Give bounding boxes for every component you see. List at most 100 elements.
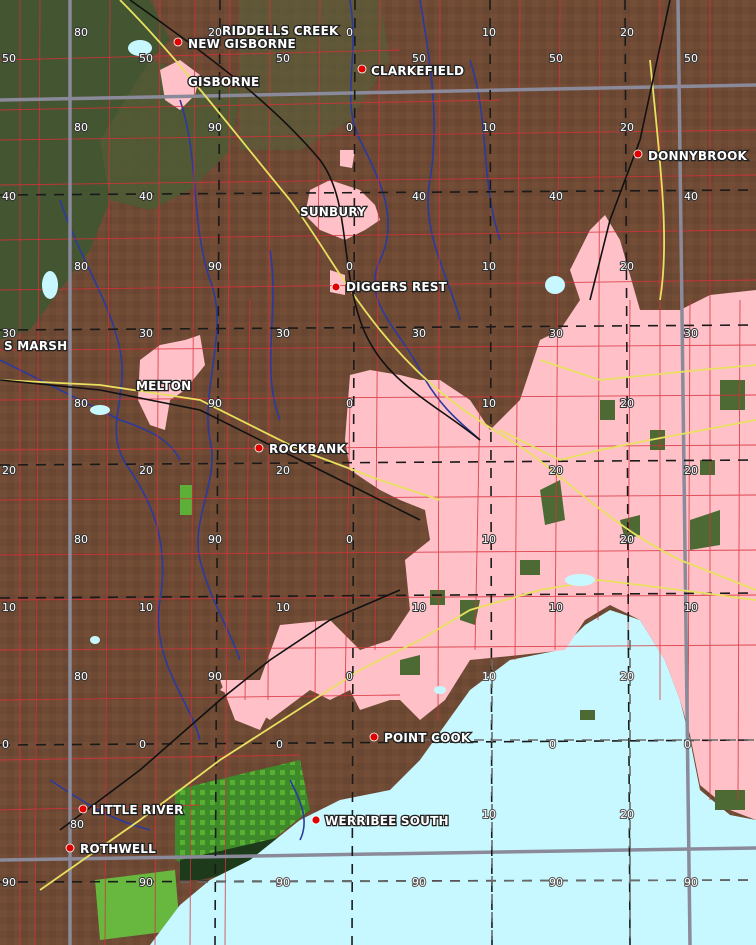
grid-label: 80 [74, 533, 88, 546]
town-dot [254, 443, 264, 453]
grid-label: 90 [208, 260, 222, 273]
town-marker-rothwell[interactable]: ROTHWELL [65, 841, 157, 857]
grid-label: 90 [549, 876, 563, 889]
town-label: NEW GISBORNE [188, 37, 296, 51]
grid-label: 50 [2, 52, 16, 65]
town-dot [633, 149, 643, 159]
grid-label: 50 [684, 52, 698, 65]
town-marker-rockbank[interactable]: ROCKBANK [254, 441, 348, 457]
grid-label: 20 [620, 808, 634, 821]
grid-label: 20 [620, 121, 634, 134]
town-marker-point-cook[interactable]: POINT COOK [369, 730, 472, 746]
grid-label: 0 [684, 738, 691, 751]
town-marker-little-river[interactable]: LITTLE RIVER [78, 802, 185, 818]
town-label: GISBORNE [188, 75, 259, 89]
town-marker-gisborne[interactable]: GISBORNE [187, 74, 261, 91]
town-marker-melton[interactable]: MELTON [135, 378, 193, 395]
grid-label: 30 [684, 327, 698, 340]
grid-label: 90 [208, 533, 222, 546]
grid-label: 10 [412, 601, 426, 614]
grid-label: 10 [482, 670, 496, 683]
grid-label: 0 [276, 738, 283, 751]
grid-label: 20 [620, 260, 634, 273]
grid-label: 80 [74, 121, 88, 134]
grid-label: 10 [482, 533, 496, 546]
town-marker-donnybrook[interactable]: DONNYBROOK [633, 148, 749, 164]
grid-label: 0 [549, 738, 556, 751]
grid-label: 90 [2, 876, 16, 889]
grid-label: 10 [482, 397, 496, 410]
town-dot [311, 815, 321, 825]
town-marker-riddells-creek[interactable]: RIDDELLS CREEK [221, 23, 340, 40]
grid-label: 10 [2, 601, 16, 614]
grid-label: 20 [549, 464, 563, 477]
grid-label: 80 [74, 670, 88, 683]
grid-label: 20 [2, 464, 16, 477]
grid-label: 30 [276, 327, 290, 340]
grid-label: 10 [482, 26, 496, 39]
grid-label: 90 [276, 876, 290, 889]
grid-label: 20 [139, 464, 153, 477]
grid-label: 40 [412, 190, 426, 203]
town-label: MELTON [136, 379, 191, 393]
town-label: ROCKBANK [269, 442, 346, 456]
grid-label: 90 [208, 397, 222, 410]
town-dot [357, 64, 367, 74]
town-marker-diggers-rest[interactable]: DIGGERS REST [331, 279, 449, 295]
grid-label: 0 [346, 121, 353, 134]
grid-label: 20 [620, 533, 634, 546]
grid-label: 10 [482, 121, 496, 134]
grid-label: 10 [276, 601, 290, 614]
grid-label: 50 [412, 52, 426, 65]
grid-label: 20 [684, 464, 698, 477]
grid-label: 0 [2, 738, 9, 751]
grid-label: 40 [2, 190, 16, 203]
grid-label: 20 [208, 26, 222, 39]
grid-label: 50 [276, 52, 290, 65]
grid-label: 80 [74, 26, 88, 39]
grid-label: 10 [684, 601, 698, 614]
grid-label: 0 [139, 738, 146, 751]
town-label: DONNYBROOK [648, 149, 748, 163]
grid-label: 20 [620, 397, 634, 410]
town-marker-sunbury[interactable]: SUNBURY [299, 204, 368, 221]
grid-label: 0 [346, 670, 353, 683]
town-dot [331, 282, 341, 292]
town-label: DIGGERS REST [346, 280, 448, 294]
grid-label: 10 [139, 601, 153, 614]
grid-label: 0 [346, 533, 353, 546]
grid-label: 90 [208, 121, 222, 134]
map-view[interactable]: RIDDELLS CREEK NEW GISBORNE GISBORNE CLA… [0, 0, 756, 945]
town-marker-new-gisborne[interactable]: NEW GISBORNE [173, 36, 297, 52]
town-marker-s-marsh[interactable]: S MARSH [3, 338, 69, 355]
grid-label: 20 [620, 26, 634, 39]
grid-label: 0 [346, 397, 353, 410]
town-label: SUNBURY [300, 205, 366, 219]
grid-label: 0 [346, 26, 353, 39]
town-marker-werribee-south[interactable]: WERRIBEE SOUTH [311, 813, 450, 829]
grid-label: 80 [70, 818, 84, 831]
grid-label: 40 [139, 190, 153, 203]
grid-label: 20 [620, 670, 634, 683]
town-label: S MARSH [4, 339, 67, 353]
town-label: POINT COOK [384, 731, 471, 745]
grid-label: 40 [684, 190, 698, 203]
grid-label: 30 [549, 327, 563, 340]
grid-label: 20 [276, 464, 290, 477]
grid-label: 80 [74, 260, 88, 273]
town-marker-clarkefield[interactable]: CLARKEFIELD [357, 63, 465, 79]
grid-label: 90 [684, 876, 698, 889]
grid-label: 10 [482, 808, 496, 821]
grid-label: 90 [208, 670, 222, 683]
town-label: WERRIBEE SOUTH [325, 814, 449, 828]
map-canvas: RIDDELLS CREEK NEW GISBORNE GISBORNE CLA… [0, 0, 756, 945]
town-label: ROTHWELL [80, 842, 156, 856]
grid-label: 50 [139, 52, 153, 65]
farm-area [180, 485, 192, 515]
town-dot [65, 843, 75, 853]
town-label: LITTLE RIVER [92, 803, 184, 817]
grid-label: 30 [412, 327, 426, 340]
grid-label: 90 [139, 876, 153, 889]
grid-label: 40 [549, 190, 563, 203]
grid-label: 0 [346, 260, 353, 273]
